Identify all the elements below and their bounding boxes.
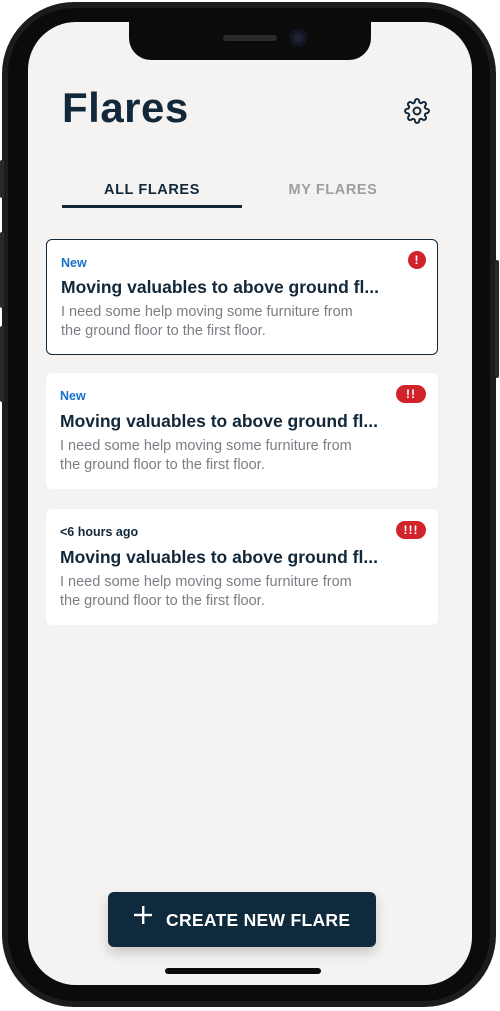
description-line: I need some help moving some furniture f… — [61, 304, 353, 320]
flare-title: Moving valuables to above ground fl... — [60, 411, 378, 431]
flare-description: I need some help moving some furniture f… — [60, 573, 400, 611]
volume-up-button — [0, 232, 4, 308]
status-label: <6 hours ago — [60, 525, 139, 539]
create-new-flare-button[interactable]: CREATE NEW FLARE — [108, 892, 376, 947]
status-label: New — [61, 256, 87, 270]
description-line: the ground floor to the first floor. — [60, 593, 265, 609]
front-camera — [289, 29, 307, 47]
create-button-label: CREATE NEW FLARE — [166, 910, 351, 930]
app-screen: Flares ALL FLARES MY FLARES New ! Moving… — [28, 22, 472, 985]
description-line: the ground floor to the first floor. — [60, 457, 265, 473]
tab-all-flares[interactable]: ALL FLARES — [62, 182, 242, 210]
flare-tabs: ALL FLARES MY FLARES — [62, 182, 442, 212]
notch — [129, 22, 371, 60]
gear-icon[interactable] — [404, 98, 430, 124]
earpiece-speaker — [223, 35, 277, 41]
status-label: New — [60, 389, 86, 403]
page-title: Flares — [62, 84, 189, 131]
mute-switch — [0, 160, 4, 198]
priority-badge: !!! — [396, 521, 426, 539]
tab-my-flares[interactable]: MY FLARES — [243, 182, 423, 210]
plus-icon — [134, 906, 152, 924]
home-indicator[interactable] — [165, 968, 321, 974]
flare-title: Moving valuables to above ground fl... — [61, 277, 379, 297]
tab-label: ALL FLARES — [104, 182, 200, 198]
flare-card[interactable]: New !! Moving valuables to above ground … — [46, 373, 438, 489]
flare-card[interactable]: <6 hours ago !!! Moving valuables to abo… — [46, 509, 438, 625]
description-line: I need some help moving some furniture f… — [60, 438, 352, 454]
volume-down-button — [0, 326, 4, 402]
flare-title: Moving valuables to above ground fl... — [60, 547, 378, 567]
active-tab-indicator — [62, 205, 242, 208]
flare-card[interactable]: New ! Moving valuables to above ground f… — [46, 239, 438, 355]
priority-badge: !! — [396, 385, 426, 403]
tab-label: MY FLARES — [288, 182, 378, 198]
description-line: I need some help moving some furniture f… — [60, 574, 352, 590]
priority-badge: ! — [408, 251, 426, 269]
flare-description: I need some help moving some furniture f… — [60, 437, 400, 475]
description-line: the ground floor to the first floor. — [61, 323, 266, 339]
flare-description: I need some help moving some furniture f… — [61, 303, 401, 341]
power-button — [495, 260, 499, 378]
